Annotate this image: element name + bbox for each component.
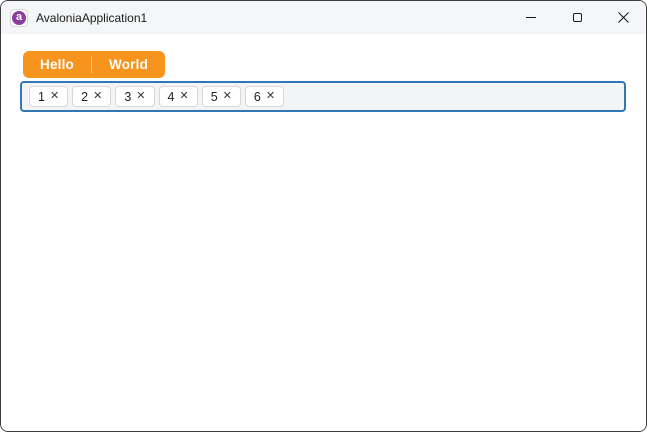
window-controls: [508, 1, 646, 34]
chip-label: 1: [38, 89, 45, 104]
chip-remove-icon[interactable]: ✕: [136, 91, 145, 102]
chip-5: 5 ✕: [201, 86, 241, 107]
chip-2: 2 ✕: [72, 86, 112, 107]
chip-remove-icon[interactable]: ✕: [179, 91, 188, 102]
chip-6: 6 ✕: [244, 86, 285, 107]
minimize-icon: [526, 17, 536, 18]
close-button[interactable]: [600, 1, 646, 34]
app-window: a AvaloniaApplication1 Hello World 1 ✕ 2…: [0, 0, 647, 432]
chip-label: 4: [167, 89, 175, 104]
chip-label: 3: [124, 89, 132, 104]
titlebar: a AvaloniaApplication1: [1, 1, 646, 34]
chip-remove-icon[interactable]: ✕: [223, 91, 232, 102]
chip-remove-icon[interactable]: ✕: [93, 91, 102, 102]
tag-input-box[interactable]: 1 ✕ 2 ✕ 3 ✕ 4 ✕ 5 ✕ 6 ✕: [20, 81, 626, 112]
chip-label: 6: [253, 89, 261, 104]
hello-button[interactable]: Hello: [23, 51, 91, 78]
window-content: Hello World 1 ✕ 2 ✕ 3 ✕ 4 ✕ 5 ✕ 6 ✕: [1, 34, 646, 431]
maximize-icon: [572, 13, 582, 22]
window-title: AvaloniaApplication1: [36, 10, 148, 25]
chip-4: 4 ✕: [158, 86, 198, 107]
app-icon-badge: a: [10, 8, 28, 27]
chip-remove-icon[interactable]: ✕: [50, 91, 59, 102]
hello-world-split-button: Hello World: [23, 51, 166, 78]
world-button[interactable]: World: [92, 51, 165, 78]
chip-label: 5: [210, 89, 218, 104]
chip-remove-icon[interactable]: ✕: [266, 91, 275, 102]
chip-1: 1 ✕: [29, 86, 69, 107]
minimize-button[interactable]: [508, 1, 554, 34]
avalonia-logo-icon: a: [12, 10, 26, 25]
close-icon: [617, 12, 629, 23]
chip-label: 2: [81, 89, 89, 104]
maximize-button[interactable]: [554, 1, 600, 34]
chip-3: 3 ✕: [115, 86, 155, 107]
